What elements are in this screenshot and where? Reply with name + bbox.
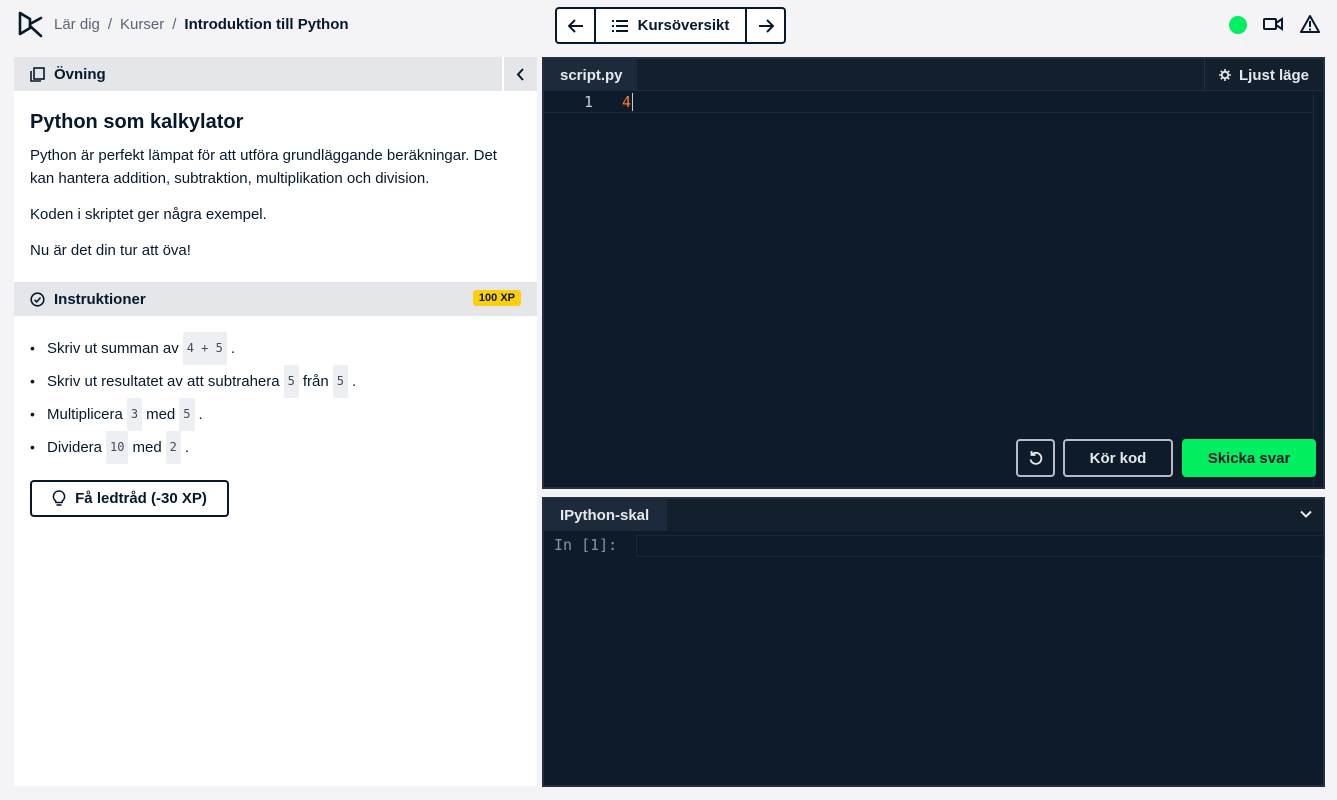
next-exercise-button[interactable]: [747, 9, 784, 42]
instruction-item: • Dividera 10 med 2 .: [30, 431, 521, 464]
bullet-icon: •: [30, 439, 35, 455]
instruction-text: med: [132, 439, 162, 456]
course-navigation: Kursöversikt: [555, 7, 786, 44]
tab-ipython-shell[interactable]: IPython-skal: [544, 499, 667, 531]
inline-code: 5: [283, 365, 299, 398]
bullet-icon: •: [30, 406, 35, 422]
connection-status-indicator: [1229, 16, 1247, 34]
console-input[interactable]: [636, 535, 1324, 557]
chevron-down-icon[interactable]: [1299, 507, 1313, 521]
light-mode-toggle[interactable]: Ljust läge: [1204, 59, 1323, 91]
arrow-left-icon: [567, 18, 583, 33]
instruction-text: .: [184, 439, 190, 456]
exercise-panel: Övning Python som kalkylator Python är p…: [14, 57, 537, 786]
instruction-text: från: [302, 373, 329, 390]
instruction-text: .: [351, 373, 357, 390]
previous-exercise-button[interactable]: [557, 9, 594, 42]
exercise-section-label: Övning: [54, 65, 106, 83]
ipython-console: IPython-skal In [1]:: [542, 497, 1325, 787]
active-code-line[interactable]: [544, 93, 1314, 113]
lightbulb-icon: [52, 490, 66, 506]
instruction-text: .: [230, 340, 236, 357]
course-overview-button[interactable]: Kursöversikt: [594, 9, 747, 42]
arrow-right-icon: [758, 18, 774, 33]
reset-icon: [1029, 451, 1042, 465]
instructions-list: • Skriv ut summan av 4 + 5 . • Skriv ut …: [14, 316, 537, 464]
instruction-text: Multiplicera: [47, 406, 123, 423]
chevron-left-icon: [516, 67, 524, 81]
breadcrumb-separator: /: [172, 16, 177, 33]
console-tab-bar: IPython-skal: [544, 499, 1323, 531]
run-code-button[interactable]: Kör kod: [1063, 439, 1173, 477]
collapse-panel-button[interactable]: [502, 57, 537, 91]
bullet-icon: •: [30, 373, 35, 389]
breadcrumb-current-course[interactable]: Introduktion till Python: [184, 16, 348, 33]
exercise-paragraph: Python är perfekt lämpat för att utföra …: [30, 147, 497, 187]
instruction-item: • Skriv ut resultatet av att subtrahera …: [30, 365, 521, 398]
instruction-text: Dividera: [47, 439, 103, 456]
gear-icon: [1218, 69, 1231, 81]
reset-code-button[interactable]: [1016, 439, 1055, 477]
exercise-content: Python som kalkylator Python är perfekt …: [14, 91, 537, 262]
console-prompt: In [1]:: [554, 536, 618, 554]
breadcrumb-separator: /: [107, 16, 113, 33]
breadcrumb-learn[interactable]: Lär dig: [54, 16, 100, 33]
instruction-text: Skriv ut summan av: [47, 340, 179, 357]
code-editor: script.py Ljust läge 1 4 Kör kod Skicka …: [542, 57, 1325, 489]
exercise-icon: [30, 66, 45, 82]
inline-code: 10: [106, 431, 129, 464]
code-text[interactable]: 4: [622, 93, 634, 111]
get-hint-label: Få ledtråd (-30 XP): [75, 490, 207, 507]
light-mode-label: Ljust läge: [1238, 66, 1309, 84]
instruction-text: .: [198, 406, 203, 423]
breadcrumb-courses[interactable]: Kurser: [120, 16, 164, 33]
inline-code: 3: [126, 398, 143, 431]
breadcrumb: Lär dig / Kurser / Introduktion till Pyt…: [54, 16, 349, 33]
line-number: 1: [584, 93, 594, 111]
inline-code: 5: [179, 398, 195, 431]
tab-script-py[interactable]: script.py: [544, 59, 637, 91]
video-camera-icon[interactable]: [1263, 15, 1283, 33]
course-overview-label: Kursöversikt: [637, 17, 730, 34]
bullet-icon: •: [30, 340, 35, 356]
inline-code: 4 + 5: [182, 332, 227, 365]
exercise-section-header: Övning: [14, 57, 537, 91]
inline-code: 5: [332, 365, 348, 398]
instruction-item: • Skriv ut summan av 4 + 5 .: [30, 332, 521, 365]
target-icon: [30, 291, 45, 307]
editor-scrollbar[interactable]: [1313, 92, 1323, 489]
editor-tab-bar: script.py Ljust läge: [544, 59, 1323, 91]
get-hint-button[interactable]: Få ledtråd (-30 XP): [30, 480, 229, 517]
instruction-text: med: [146, 406, 176, 423]
instruction-text: Skriv ut resultatet av att subtrahera: [47, 373, 280, 390]
datacamp-logo-icon[interactable]: [16, 10, 44, 40]
exercise-paragraph: Nu är det din tur att öva!: [30, 242, 191, 259]
instructions-section-header: Instruktioner 100 XP: [14, 282, 537, 316]
list-icon: [611, 19, 628, 32]
instructions-label: Instruktioner: [54, 290, 146, 308]
inline-code: 2: [165, 431, 181, 464]
warning-icon[interactable]: [1300, 14, 1320, 34]
instruction-item: • Multiplicera 3 med 5 .: [30, 398, 521, 431]
top-bar: Lär dig / Kurser / Introduktion till Pyt…: [0, 0, 1337, 50]
submit-answer-button[interactable]: Skicka svar: [1182, 439, 1316, 477]
xp-badge: 100 XP: [472, 290, 521, 306]
exercise-paragraph: Koden i skriptet ger några exempel.: [30, 206, 267, 223]
exercise-title: Python som kalkylator: [30, 111, 244, 133]
